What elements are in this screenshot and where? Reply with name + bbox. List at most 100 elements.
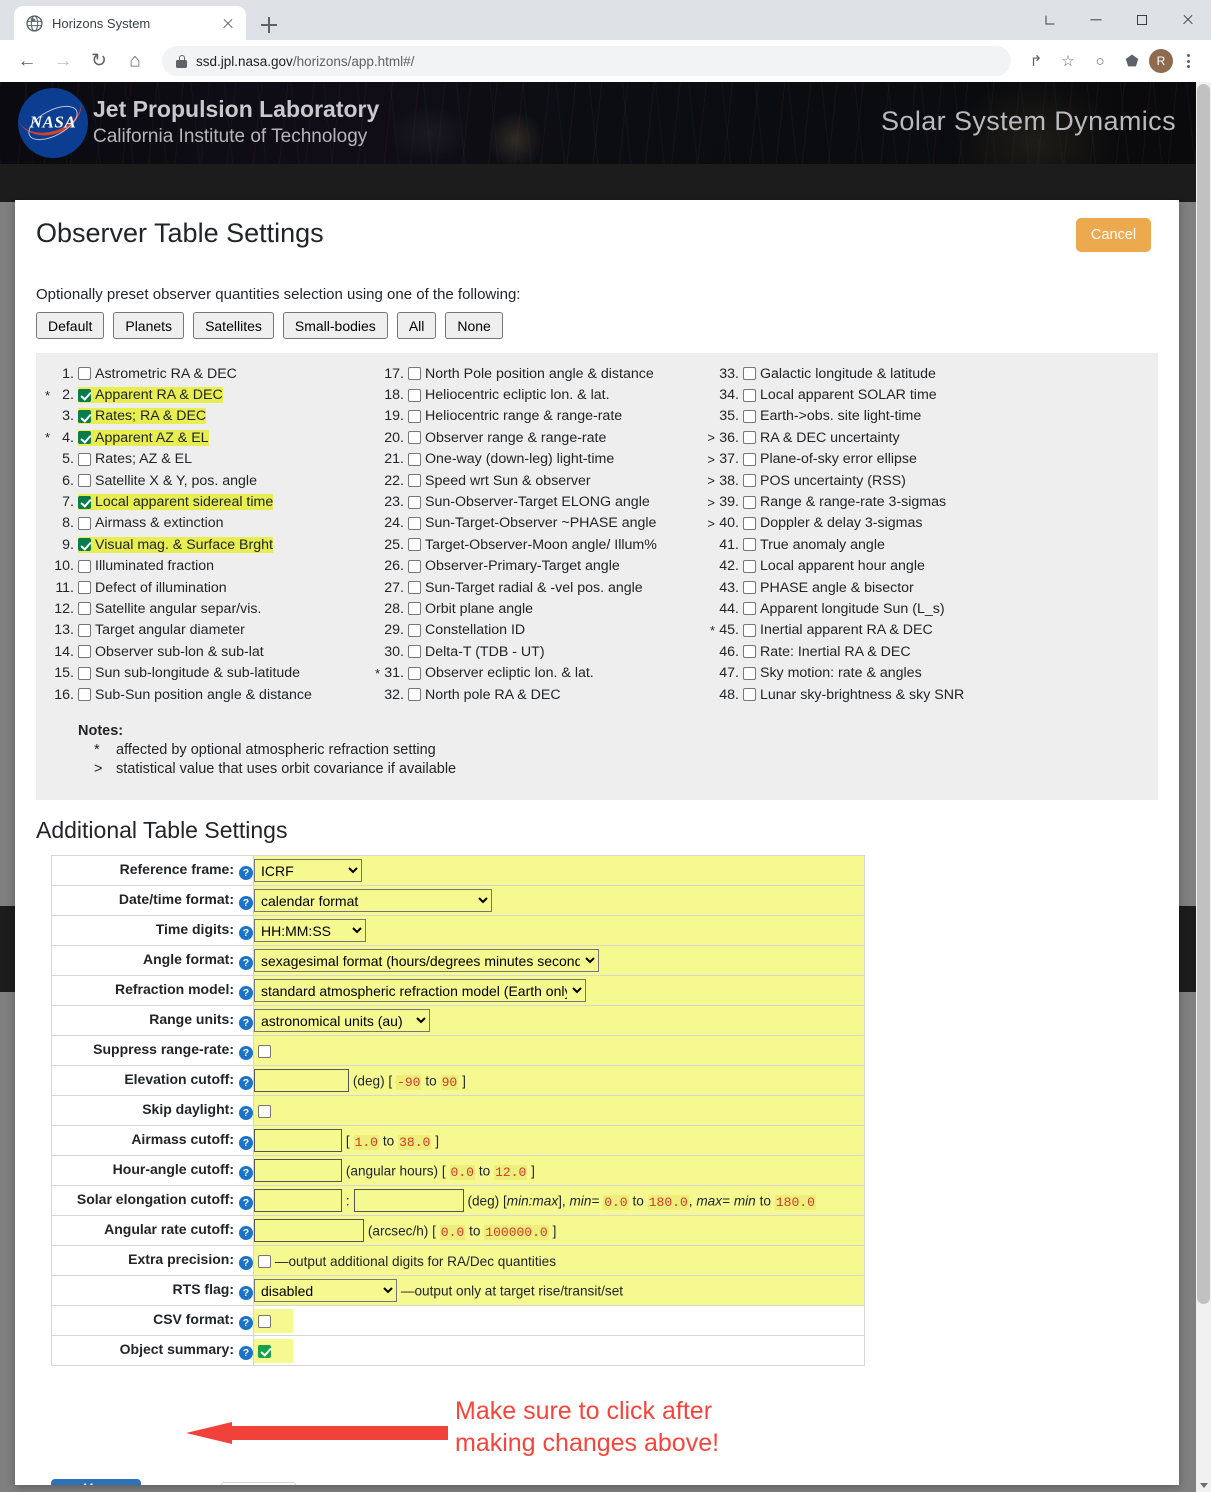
quantity-option[interactable]: Sky motion: rate & angles: [743, 665, 922, 681]
quantity-checkbox[interactable]: [78, 666, 91, 680]
airmass-cutoff-input[interactable]: [254, 1129, 342, 1152]
quantity-checkbox[interactable]: [408, 431, 421, 445]
preset-button-small-bodies[interactable]: Small-bodies: [282, 312, 388, 339]
back-button[interactable]: ←: [10, 44, 44, 78]
quantity-checkbox[interactable]: [743, 623, 756, 637]
extensions-icon[interactable]: ⬟: [1117, 46, 1147, 76]
quantity-option[interactable]: Target angular diameter: [78, 622, 245, 638]
cancel-button-top[interactable]: Cancel: [1076, 218, 1151, 252]
quantity-option[interactable]: Satellite angular separ/vis.: [78, 601, 261, 617]
help-icon[interactable]: ?: [239, 1016, 253, 1030]
quantity-option[interactable]: Rates; AZ & EL: [78, 451, 192, 467]
quantity-checkbox[interactable]: [743, 474, 756, 488]
quantity-option[interactable]: Apparent RA & DEC: [78, 387, 223, 404]
quantity-option[interactable]: Visual mag. & Surface Brght: [78, 536, 273, 553]
quantity-option[interactable]: Airmass & extinction: [78, 515, 224, 531]
quantity-checkbox[interactable]: [408, 409, 421, 423]
quantity-checkbox[interactable]: [78, 409, 91, 423]
quantity-option[interactable]: Target-Observer-Moon angle/ Illum%: [408, 537, 657, 553]
solar-elong-max-input[interactable]: [353, 1189, 464, 1212]
range-units-select[interactable]: astronomical units (au): [254, 1009, 430, 1032]
quantity-option[interactable]: Inertial apparent RA & DEC: [743, 622, 933, 638]
quantity-checkbox[interactable]: [78, 623, 91, 637]
quantity-option[interactable]: One-way (down-leg) light-time: [408, 451, 614, 467]
quantity-option[interactable]: Rates; RA & DEC: [78, 408, 207, 425]
reload-button[interactable]: ↻: [82, 44, 116, 78]
quantity-option[interactable]: Orbit plane angle: [408, 601, 533, 617]
quantity-checkbox[interactable]: [78, 367, 91, 381]
quantity-option[interactable]: Rate: Inertial RA & DEC: [743, 644, 911, 660]
help-icon[interactable]: ?: [239, 1106, 253, 1120]
quantity-option[interactable]: Speed wrt Sun & observer: [408, 473, 591, 489]
quantity-checkbox[interactable]: [78, 388, 91, 402]
quantity-checkbox[interactable]: [743, 666, 756, 680]
quantity-checkbox[interactable]: [78, 581, 91, 595]
quantity-checkbox[interactable]: [78, 538, 91, 552]
use-specified-settings-button[interactable]: Use Specified Settings: [51, 1479, 142, 1485]
home-button[interactable]: ⌂: [118, 44, 152, 78]
quantity-option[interactable]: Defect of illumination: [78, 580, 227, 596]
quantity-checkbox[interactable]: [743, 516, 756, 530]
quantity-checkbox[interactable]: [78, 645, 91, 659]
extra-precision-checkbox[interactable]: [258, 1254, 271, 1268]
quantity-checkbox[interactable]: [408, 495, 421, 509]
quantity-checkbox[interactable]: [408, 645, 421, 659]
angle-format-select[interactable]: sexagesimal format (hours/degrees minute…: [254, 949, 599, 972]
close-window-button[interactable]: [1165, 0, 1211, 40]
quantity-checkbox[interactable]: [743, 367, 756, 381]
quantity-option[interactable]: RA & DEC uncertainty: [743, 430, 900, 446]
quantity-checkbox[interactable]: [743, 495, 756, 509]
suppress-range-rate-checkbox[interactable]: [258, 1044, 271, 1058]
quantity-checkbox[interactable]: [743, 452, 756, 466]
angular-rate-cutoff-input[interactable]: [254, 1219, 364, 1242]
preset-button-satellites[interactable]: Satellites: [193, 312, 274, 339]
quantity-option[interactable]: Plane-of-sky error ellipse: [743, 451, 917, 467]
quantity-checkbox[interactable]: [743, 538, 756, 552]
quantity-checkbox[interactable]: [743, 409, 756, 423]
reference-frame-select[interactable]: ICRF: [254, 859, 362, 882]
quantity-option[interactable]: Astrometric RA & DEC: [78, 366, 237, 382]
quantity-option[interactable]: Doppler & delay 3-sigmas: [743, 515, 922, 531]
quantity-option[interactable]: North Pole position angle & distance: [408, 366, 654, 382]
quantity-checkbox[interactable]: [78, 474, 91, 488]
tab-search-button[interactable]: [1027, 0, 1073, 40]
solar-elong-min-input[interactable]: [254, 1189, 342, 1212]
quantity-checkbox[interactable]: [743, 559, 756, 573]
quantity-option[interactable]: Sun-Target-Observer ~PHASE angle: [408, 515, 656, 531]
help-icon[interactable]: ?: [239, 1346, 253, 1360]
quantity-checkbox[interactable]: [743, 388, 756, 402]
help-icon[interactable]: ?: [239, 1286, 253, 1300]
quantity-option[interactable]: Range & range-rate 3-sigmas: [743, 494, 946, 510]
quantity-option[interactable]: POS uncertainty (RSS): [743, 473, 906, 489]
reset-to-defaults-button[interactable]: Reset to Defaults: [221, 1482, 297, 1485]
quantity-checkbox[interactable]: [743, 688, 756, 702]
help-icon[interactable]: ?: [239, 1196, 253, 1210]
help-icon[interactable]: ?: [239, 1076, 253, 1090]
quantity-option[interactable]: Illuminated fraction: [78, 558, 214, 574]
quantity-checkbox[interactable]: [78, 602, 91, 616]
preset-button-none[interactable]: None: [445, 312, 503, 339]
new-tab-button[interactable]: [256, 12, 282, 38]
quantity-option[interactable]: Sun-Target radial & -vel pos. angle: [408, 580, 643, 596]
quantity-option[interactable]: Observer ecliptic lon. & lat.: [408, 665, 594, 681]
quantity-option[interactable]: True anomaly angle: [743, 537, 885, 553]
quantity-option[interactable]: Lunar sky-brightness & sky SNR: [743, 687, 964, 703]
close-tab-icon[interactable]: [218, 13, 238, 33]
quantity-option[interactable]: Galactic longitude & latitude: [743, 366, 936, 382]
quantity-checkbox[interactable]: [78, 495, 91, 509]
refraction-model-select[interactable]: standard atmospheric refraction model (E…: [254, 979, 586, 1002]
elevation-cutoff-input[interactable]: [254, 1069, 349, 1092]
quantity-option[interactable]: Local apparent sidereal time: [78, 494, 274, 511]
preset-button-all[interactable]: All: [396, 312, 437, 339]
quantity-option[interactable]: Local apparent hour angle: [743, 558, 925, 574]
quantity-checkbox[interactable]: [78, 688, 91, 702]
help-icon[interactable]: ?: [239, 1256, 253, 1270]
quantity-option[interactable]: Satellite X & Y, pos. angle: [78, 473, 257, 489]
quantity-checkbox[interactable]: [408, 474, 421, 488]
help-icon[interactable]: ?: [239, 1046, 253, 1060]
quantity-option[interactable]: Local apparent SOLAR time: [743, 387, 937, 403]
preset-button-planets[interactable]: Planets: [113, 312, 185, 339]
quantity-checkbox[interactable]: [78, 559, 91, 573]
address-bar[interactable]: ssd.jpl.nasa.gov/horizons/app.html#/: [162, 46, 1011, 76]
quantity-option[interactable]: Observer range & range-rate: [408, 430, 606, 446]
